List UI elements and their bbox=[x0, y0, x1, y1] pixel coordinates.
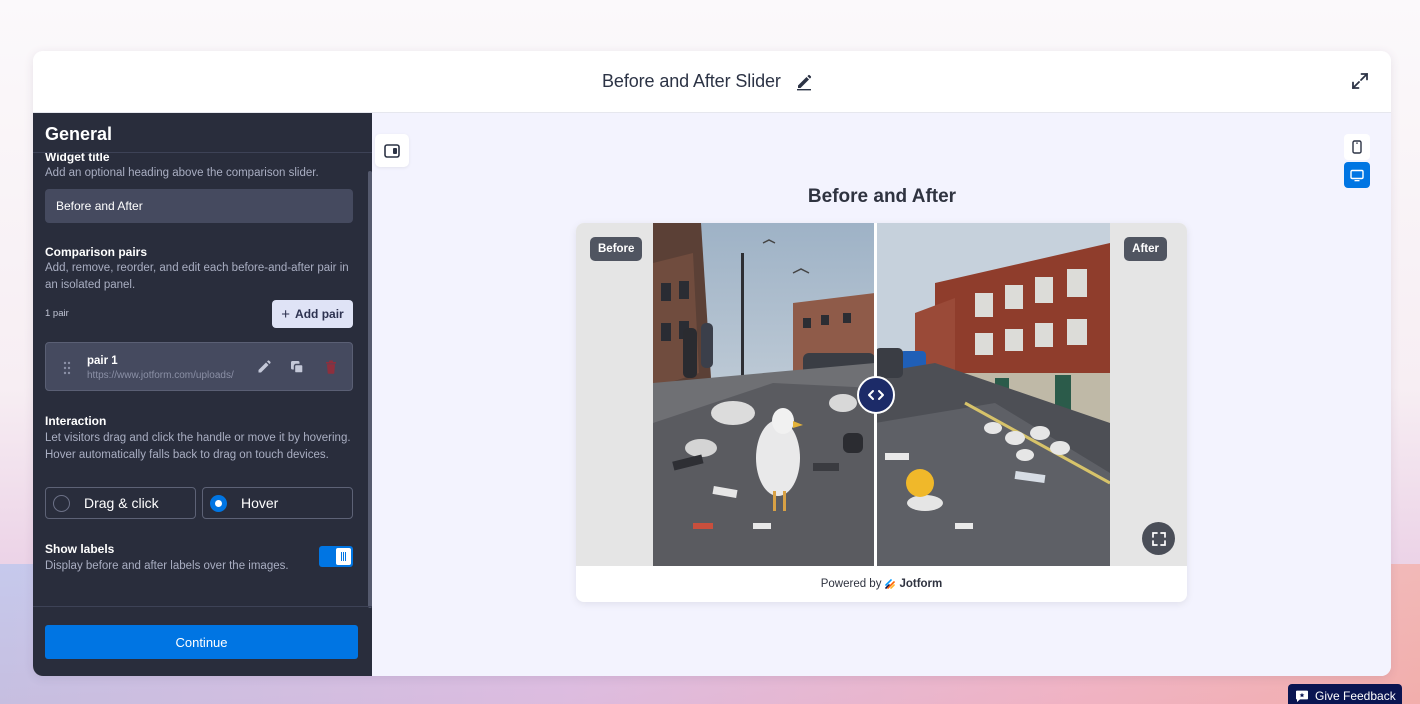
comparison-slider[interactable]: Before After bbox=[576, 223, 1187, 566]
sidebar-scroll-area[interactable]: Widget title Add an optional heading abo… bbox=[33, 153, 372, 606]
before-label: Before bbox=[590, 237, 643, 261]
sidebar-header: General bbox=[33, 113, 372, 153]
toggle-knob bbox=[336, 548, 351, 565]
feedback-icon bbox=[1296, 690, 1308, 702]
radio-hover-label: Hover bbox=[241, 495, 279, 511]
radio-hover[interactable]: Hover bbox=[202, 487, 353, 519]
title-group: Before and After Slider bbox=[602, 71, 813, 92]
show-labels-toggle[interactable] bbox=[319, 546, 353, 567]
jotform-brand: Jotform bbox=[899, 578, 943, 590]
edit-title-pencil-icon[interactable] bbox=[795, 73, 813, 91]
show-labels-description: Display before and after labels over the… bbox=[45, 560, 289, 572]
page-title: Before and After Slider bbox=[602, 71, 781, 91]
give-feedback-button[interactable]: Give Feedback bbox=[1288, 684, 1402, 704]
comparison-pairs-label: Comparison pairs bbox=[45, 245, 148, 259]
give-feedback-label: Give Feedback bbox=[1315, 689, 1396, 703]
pair-url: https://www.jotform.com/uploads/ bbox=[87, 370, 234, 381]
add-pair-button[interactable]: + Add pair bbox=[272, 300, 353, 328]
widget-editor-window: Before and After Slider General Widget t… bbox=[33, 51, 1391, 676]
comparison-pairs-description: Add, remove, reorder, and edit each befo… bbox=[45, 262, 349, 291]
radio-selected-icon bbox=[210, 494, 227, 512]
delete-pair-trash-icon[interactable] bbox=[323, 359, 339, 375]
after-image bbox=[875, 223, 1110, 566]
show-labels-label: Show labels bbox=[45, 542, 115, 556]
continue-button[interactable]: Continue bbox=[45, 625, 358, 659]
jotform-logo-icon bbox=[885, 579, 896, 589]
fullscreen-icon[interactable] bbox=[1142, 522, 1175, 555]
desktop-view-icon[interactable] bbox=[1344, 162, 1370, 188]
widget-title-label: Widget title bbox=[45, 153, 110, 164]
device-switcher bbox=[1344, 134, 1370, 188]
top-bar: Before and After Slider bbox=[33, 51, 1391, 113]
widget-title-description: Add an optional heading above the compar… bbox=[45, 167, 319, 179]
duplicate-pair-icon[interactable] bbox=[289, 359, 305, 375]
mobile-view-icon[interactable] bbox=[1344, 134, 1370, 160]
sidebar-footer: Continue bbox=[33, 606, 372, 676]
widget-title-input[interactable]: Before and After bbox=[45, 189, 353, 223]
pair-item[interactable]: pair 1 https://www.jotform.com/uploads/ bbox=[45, 342, 353, 391]
widget-heading: Before and After bbox=[807, 186, 957, 207]
slider-handle-icon[interactable] bbox=[857, 376, 895, 414]
edit-pair-pencil-icon[interactable] bbox=[256, 359, 272, 375]
powered-by-footer: Powered by Jotform bbox=[576, 566, 1187, 602]
settings-sidebar: General Widget title Add an optional hea… bbox=[33, 113, 372, 676]
interaction-description: Let visitors drag and click the handle o… bbox=[45, 432, 351, 461]
plus-icon: + bbox=[281, 305, 291, 323]
interaction-label: Interaction bbox=[45, 414, 107, 428]
radio-drag-click-label: Drag & click bbox=[84, 495, 159, 511]
drag-handle-icon[interactable] bbox=[62, 361, 72, 375]
radio-drag-click[interactable]: Drag & click bbox=[45, 487, 196, 519]
add-pair-label: Add pair bbox=[295, 307, 344, 321]
toggle-panel-icon[interactable] bbox=[375, 134, 409, 167]
pair-name: pair 1 bbox=[87, 355, 118, 367]
powered-by-text: Powered by bbox=[820, 578, 882, 590]
radio-unselected-icon bbox=[53, 494, 70, 512]
after-label: After bbox=[1124, 237, 1167, 261]
expand-icon[interactable] bbox=[1351, 72, 1369, 90]
preview-area: Before and After Before After Powered by… bbox=[372, 113, 1391, 676]
pair-count: 1 pair bbox=[45, 308, 69, 319]
sidebar-title: General bbox=[45, 124, 113, 144]
before-image bbox=[653, 223, 875, 566]
comparison-widget: Before After Powered by Jotform bbox=[576, 223, 1187, 602]
